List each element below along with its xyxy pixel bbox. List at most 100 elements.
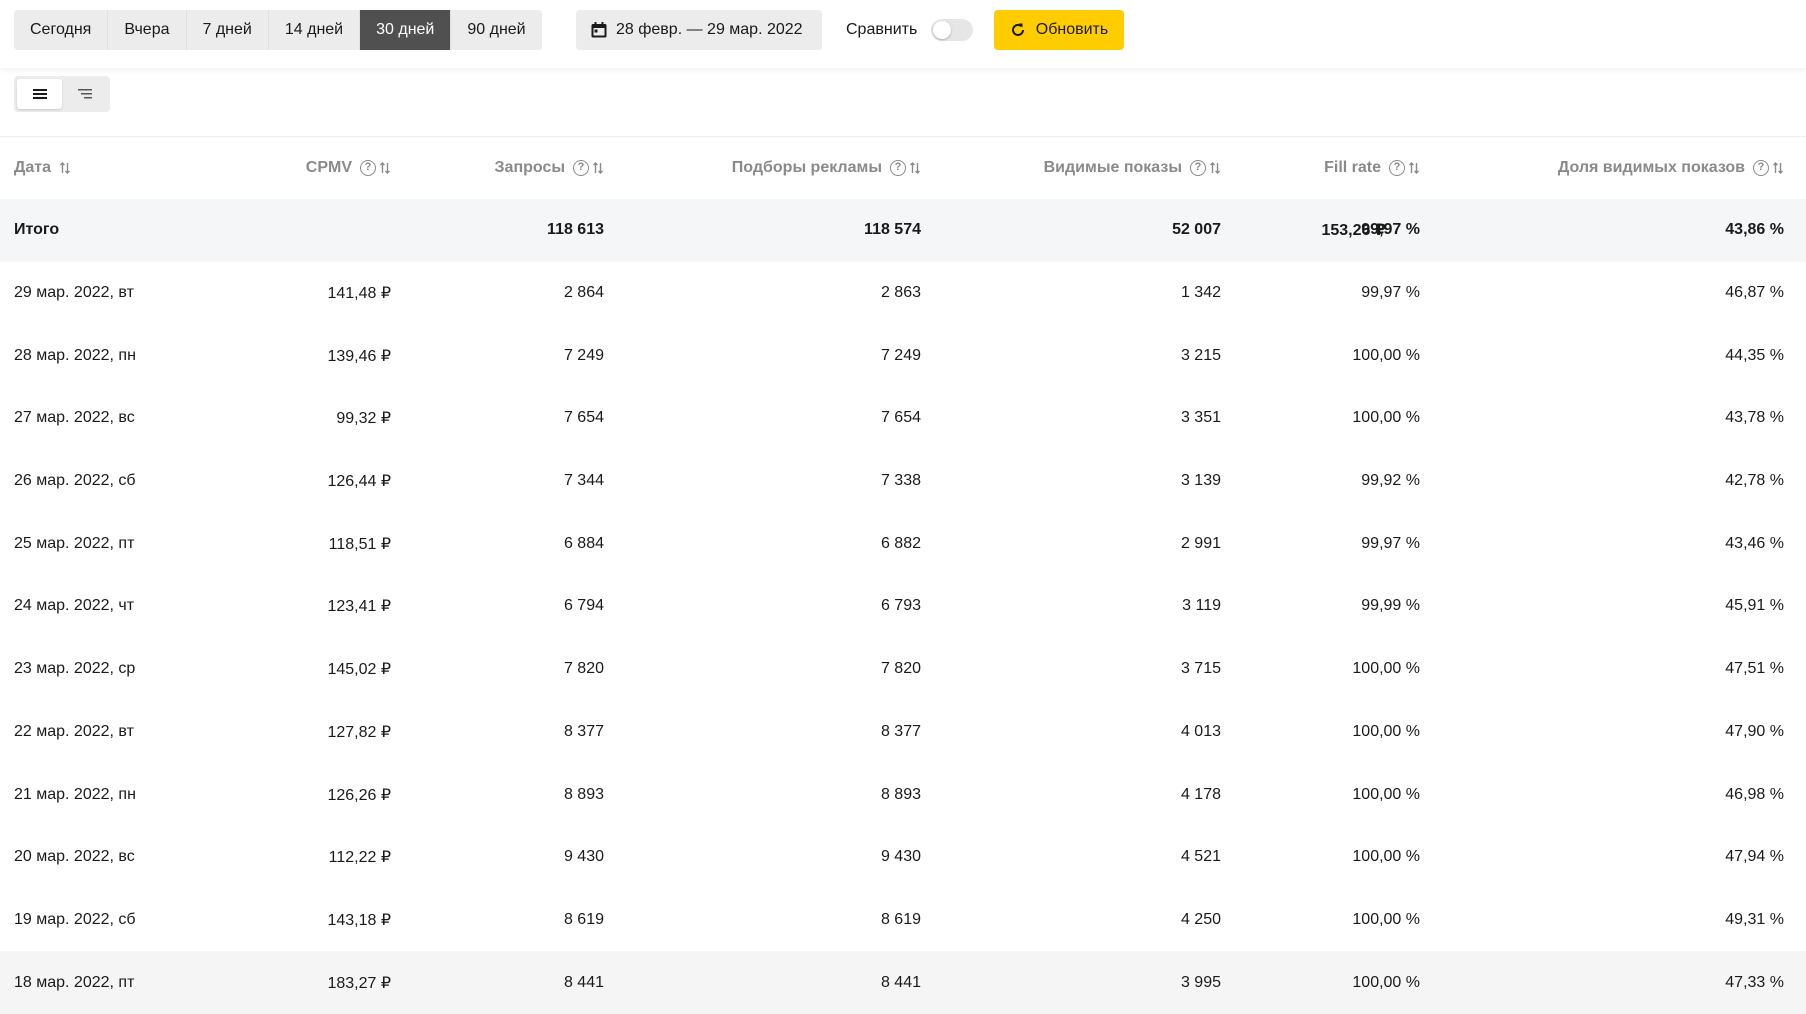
cell-requests: 2 864 [563,284,604,302]
tree-icon [77,89,92,99]
cell-requests: 8 377 [563,722,604,740]
help-icon[interactable]: ? [573,160,589,176]
compare-label: Сравнить [846,21,918,38]
cell-fill-rate: 100,00 % [1352,660,1420,678]
header-date[interactable]: Дата [14,137,71,199]
cell-viewable-impressions: 3 119 [1182,597,1221,615]
table-row: 23 мар. 2022, ср 145,02 ₽ 7 820 7 820 3 715 1… [0,638,1806,701]
cell-ad-selections: 8 619 [880,910,921,928]
cell-viewable-share: 47,90 % [1725,722,1784,740]
table-view-button[interactable] [17,79,62,109]
header-viewable-share[interactable]: Доля видимых показов? [1558,137,1784,199]
header-icons: ? [1190,160,1221,176]
header-cpmv[interactable]: CPMV? [306,137,391,199]
cell-cpmv: 143,18 ₽ [327,911,391,929]
cell-requests: 8 619 [563,910,604,928]
cell-fill-rate: 100,00 % [1352,973,1420,991]
period-yesterday-button[interactable]: Вчера [108,10,187,50]
header-requests[interactable]: Запросы? [495,137,604,199]
date-range-picker[interactable]: 28 февр. — 29 мар. 2022 [576,10,822,50]
help-icon[interactable]: ? [1753,160,1769,176]
cell-viewable-share: 49,31 % [1725,910,1784,928]
tree-view-button[interactable] [62,79,107,109]
toolbar: Сегодня Вчера 7 дней 14 дней 30 дней 90 … [0,0,1806,68]
sort-icon[interactable] [59,161,71,175]
sort-icon[interactable] [379,161,391,175]
cell-requests: 7 820 [563,660,604,678]
cell-requests: 8 893 [563,785,604,803]
cell-ad-selections: 8 893 [880,785,921,803]
cell-viewable-share: 44,35 % [1725,346,1784,364]
compare-toggle[interactable] [931,19,974,41]
compare-control: Сравнить [846,10,974,50]
cell-viewable-share: 42,78 % [1725,472,1784,490]
cell-fill-rate: 99,99 % [1361,597,1420,615]
cell-requests: 7 654 [563,409,604,427]
cell-ad-selections: 6 882 [880,534,921,552]
header-icons: ? [890,160,921,176]
refresh-label: Обновить [1035,21,1109,38]
cell-ad-selections: 7 249 [880,346,921,364]
cell-fill-rate: 99,97 % [1361,221,1420,239]
cell-cpmv: 183,27 ₽ [327,974,391,992]
sort-icon[interactable] [1772,161,1784,175]
help-icon[interactable]: ? [890,160,906,176]
cell-viewable-share: 43,78 % [1725,409,1784,427]
cell-cpmv: 127,82 ₽ [327,723,391,741]
cell-date: Итого [14,221,60,239]
cell-viewable-impressions: 3 995 [1180,973,1221,991]
cell-viewable-share: 43,46 % [1725,534,1784,552]
table-header: Дата CPMV? Запросы? Подборы рекламы? Видимые… [0,137,1806,199]
stats-table: Дата CPMV? Запросы? Подборы рекламы? Видимые… [0,137,1806,1014]
refresh-button[interactable]: Обновить [994,10,1124,50]
cell-ad-selections: 7 820 [880,660,921,678]
cell-requests: 6 794 [563,597,604,615]
cell-viewable-impressions: 52 007 [1172,221,1221,239]
cell-viewable-impressions: 3 351 [1180,409,1221,427]
cell-viewable-share: 47,94 % [1725,848,1784,866]
cell-ad-selections: 7 338 [880,472,921,490]
cell-viewable-impressions: 3 715 [1180,660,1221,678]
header-fill-rate[interactable]: Fill rate? [1324,137,1420,199]
help-icon[interactable]: ? [1389,160,1405,176]
sort-icon[interactable] [1209,161,1221,175]
sort-icon[interactable] [592,161,604,175]
sort-icon[interactable] [909,161,921,175]
help-icon[interactable]: ? [360,160,376,176]
header-ad-selections[interactable]: Подборы рекламы? [732,137,921,199]
cell-date: 25 мар. 2022, пт [14,534,135,552]
header-label: Видимые показы [1043,159,1182,176]
header-viewable-impressions[interactable]: Видимые показы? [1044,137,1221,199]
refresh-icon [1011,23,1024,36]
cell-cpmv: 139,46 ₽ [327,347,391,365]
cell-ad-selections: 118 574 [864,221,921,239]
table-row: 28 мар. 2022, пн 139,46 ₽ 7 249 7 249 3 215 1… [0,324,1806,387]
header-label: Fill rate [1324,159,1381,176]
cell-date: 22 мар. 2022, вт [14,722,134,740]
table-row: 26 мар. 2022, сб 126,44 ₽ 7 344 7 338 3 139 9… [0,450,1806,513]
table-row: 21 мар. 2022, пн 126,26 ₽ 8 893 8 893 4 178 1… [0,763,1806,826]
cell-viewable-share: 46,87 % [1725,284,1784,302]
cell-cpmv: 99,32 ₽ [336,410,391,428]
period-selector: Сегодня Вчера 7 дней 14 дней 30 дней 90 … [14,10,542,50]
cell-fill-rate: 99,92 % [1361,472,1420,490]
period-14-days-button[interactable]: 14 дней [268,10,361,50]
period-30-days-button[interactable]: 30 дней [360,10,452,50]
view-switcher [14,76,110,112]
help-icon[interactable]: ? [1190,160,1206,176]
period-7-days-button[interactable]: 7 дней [186,10,269,50]
header-icons: ? [360,160,391,176]
cell-cpmv: 141,48 ₽ [327,285,391,303]
period-today-button[interactable]: Сегодня [14,10,109,50]
cell-viewable-impressions: 1 342 [1180,284,1221,302]
cell-viewable-share: 43,86 % [1725,221,1784,239]
period-90-days-button[interactable]: 90 дней [451,10,542,50]
table-row: 24 мар. 2022, чт 123,41 ₽ 6 794 6 793 3 119 9… [0,575,1806,638]
header-icons: ? [1753,160,1784,176]
cell-fill-rate: 100,00 % [1352,785,1420,803]
cell-cpmv: 145,02 ₽ [327,661,391,679]
sort-icon[interactable] [1408,161,1420,175]
cell-date: 28 мар. 2022, пн [14,346,136,364]
header-label: Запросы [494,159,565,176]
cell-viewable-share: 45,91 % [1725,597,1784,615]
